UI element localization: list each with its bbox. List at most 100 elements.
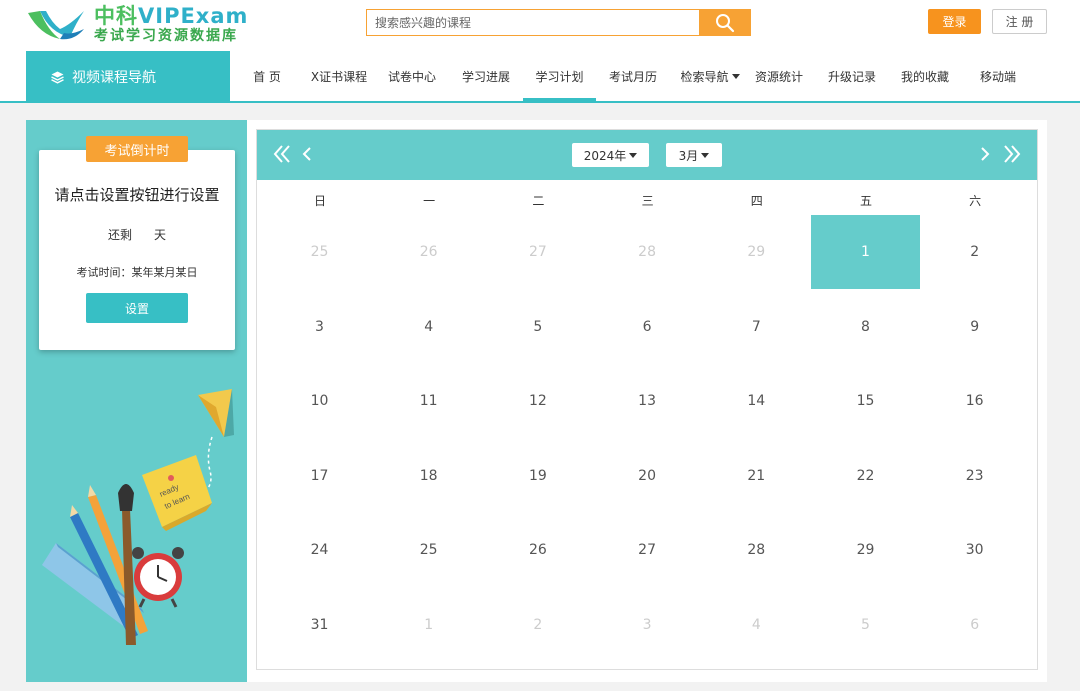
study-illustration: ready to learn xyxy=(42,389,234,645)
set-button[interactable]: 设置 xyxy=(86,293,188,323)
nav-item-label: 试卷中心 xyxy=(387,69,436,84)
nav-item-label: 首 页 xyxy=(253,69,281,84)
weekday-label: 一 xyxy=(423,194,436,208)
chevron-right-icon xyxy=(981,147,990,161)
calendar-day[interactable]: 8 xyxy=(811,290,920,364)
nav-item-home[interactable]: 首 页 xyxy=(240,51,294,101)
calendar: 2024年 3月 日一二三四五六 25 26 27 28 29 1 2 3 4 5 6 7 8 9 10 11… xyxy=(256,129,1038,670)
calendar-day[interactable]: 3 xyxy=(593,588,702,662)
calendar-day[interactable]: 10 xyxy=(265,364,374,438)
calendar-day[interactable]: 12 xyxy=(483,364,592,438)
chevron-left-icon xyxy=(302,147,311,161)
weekday-label: 二 xyxy=(532,194,545,208)
exam-time: 考试时间：某年某月某日 xyxy=(76,266,198,279)
year-select-value: 2024年 xyxy=(583,148,627,163)
calendar-day-selected[interactable]: 1 xyxy=(811,215,920,289)
next-month-button[interactable] xyxy=(979,143,991,170)
nav-item-favorites[interactable]: 我的收藏 xyxy=(896,51,954,101)
countdown-card: 考试倒计时 请点击设置按钮进行设置 还剩天 考试时间：某年某月某日 设置 xyxy=(39,136,235,350)
calendar-day[interactable]: 27 xyxy=(593,513,702,587)
weekday-row: 日一二三四五六 xyxy=(257,192,1037,212)
weekday-label: 六 xyxy=(969,194,982,208)
calendar-day[interactable]: 6 xyxy=(920,588,1029,662)
calendar-day[interactable]: 26 xyxy=(483,513,592,587)
chevron-down-icon xyxy=(731,73,740,79)
nav-item-search-nav[interactable]: 检索导航 xyxy=(677,51,743,101)
nav-item-label: 检索导航 xyxy=(680,69,729,84)
nav-item-progress[interactable]: 学习进展 xyxy=(456,51,516,101)
countdown-tag: 考试倒计时 xyxy=(86,136,188,162)
chevron-down-icon xyxy=(701,152,710,158)
calendar-day[interactable]: 7 xyxy=(702,290,811,364)
calendar-day[interactable]: 16 xyxy=(920,364,1029,438)
double-chevron-right-icon xyxy=(1004,145,1021,163)
calendar-day[interactable]: 27 xyxy=(483,215,592,289)
nav-item-label: 升级记录 xyxy=(827,69,876,84)
pencil-icon xyxy=(70,485,148,639)
login-button[interactable]: 登录 xyxy=(928,9,981,34)
calendar-day[interactable]: 14 xyxy=(702,364,811,438)
calendar-day[interactable]: 3 xyxy=(265,290,374,364)
calendar-day[interactable]: 21 xyxy=(702,439,811,513)
weekday-label: 五 xyxy=(859,194,872,208)
nav-item-label: 移动端 xyxy=(979,69,1016,84)
year-select[interactable]: 2024年 xyxy=(572,143,649,167)
calendar-day[interactable]: 6 xyxy=(593,290,702,364)
calendar-day[interactable]: 28 xyxy=(702,513,811,587)
nav-item-mobile[interactable]: 移动端 xyxy=(973,51,1023,101)
main-nav: 视频课程导航 首 页 X证书课程 试卷中心 学习进展 学习计划 考试月历 检索导… xyxy=(0,51,1080,103)
search-bar xyxy=(366,9,751,36)
month-select[interactable]: 3月 xyxy=(666,143,722,167)
top-header: 中科VIPExam 考试学习资源数据库 登录 注 册 xyxy=(0,0,1080,51)
calendar-day[interactable]: 18 xyxy=(374,439,483,513)
nav-item-papers[interactable]: 试卷中心 xyxy=(383,51,441,101)
search-input[interactable] xyxy=(366,9,699,36)
calendar-day[interactable]: 23 xyxy=(920,439,1029,513)
calendar-day[interactable]: 17 xyxy=(265,439,374,513)
calendar-header: 2024年 3月 xyxy=(257,130,1037,180)
calendar-day[interactable]: 29 xyxy=(811,513,920,587)
site-logo[interactable]: 中科VIPExam 考试学习资源数据库 xyxy=(26,2,256,48)
logo-mark-icon xyxy=(26,5,88,45)
nav-item-label: 学习进展 xyxy=(461,69,510,84)
layers-icon xyxy=(51,71,64,84)
nav-item-upgrade-log[interactable]: 升级记录 xyxy=(823,51,881,101)
calendar-day[interactable]: 30 xyxy=(920,513,1029,587)
calendar-day[interactable]: 20 xyxy=(593,439,702,513)
calendar-day[interactable]: 15 xyxy=(811,364,920,438)
logo-subtitle: 考试学习资源数据库 xyxy=(94,28,238,44)
calendar-day[interactable]: 1 xyxy=(374,588,483,662)
nav-item-x-cert[interactable]: X证书课程 xyxy=(308,51,370,101)
calendar-day[interactable]: 13 xyxy=(593,364,702,438)
sticky-note-icon: ready to learn xyxy=(142,455,212,531)
calendar-day[interactable]: 5 xyxy=(483,290,592,364)
calendar-day[interactable]: 4 xyxy=(702,588,811,662)
nav-item-stats[interactable]: 资源统计 xyxy=(750,51,808,101)
calendar-day[interactable]: 28 xyxy=(593,215,702,289)
calendar-day[interactable]: 2 xyxy=(920,215,1029,289)
calendar-day[interactable]: 26 xyxy=(374,215,483,289)
calendar-day[interactable]: 4 xyxy=(374,290,483,364)
day-grid: 25 26 27 28 29 1 2 3 4 5 6 7 8 9 10 11 12 13 14 15 16 17 18 19 2… xyxy=(257,215,1037,661)
prev-month-button[interactable] xyxy=(301,143,313,170)
calendar-day[interactable]: 5 xyxy=(811,588,920,662)
calendar-day[interactable]: 31 xyxy=(265,588,374,662)
calendar-day[interactable]: 22 xyxy=(811,439,920,513)
calendar-day[interactable]: 29 xyxy=(702,215,811,289)
calendar-day[interactable]: 25 xyxy=(265,215,374,289)
nav-item-label: 考试月历 xyxy=(608,69,657,84)
calendar-day[interactable]: 19 xyxy=(483,439,592,513)
calendar-day[interactable]: 25 xyxy=(374,513,483,587)
nav-item-study-plan[interactable]: 学习计划 xyxy=(523,51,596,101)
calendar-day[interactable]: 9 xyxy=(920,290,1029,364)
next-year-button[interactable] xyxy=(1003,143,1021,170)
search-button[interactable] xyxy=(699,9,751,36)
calendar-day[interactable]: 11 xyxy=(374,364,483,438)
video-course-nav[interactable]: 视频课程导航 xyxy=(26,51,230,103)
prev-year-button[interactable] xyxy=(273,143,291,170)
logo-title: 中科VIPExam xyxy=(94,4,249,28)
nav-item-exam-calendar[interactable]: 考试月历 xyxy=(603,51,663,101)
calendar-day[interactable]: 2 xyxy=(483,588,592,662)
register-button[interactable]: 注 册 xyxy=(992,9,1047,34)
calendar-day[interactable]: 24 xyxy=(265,513,374,587)
